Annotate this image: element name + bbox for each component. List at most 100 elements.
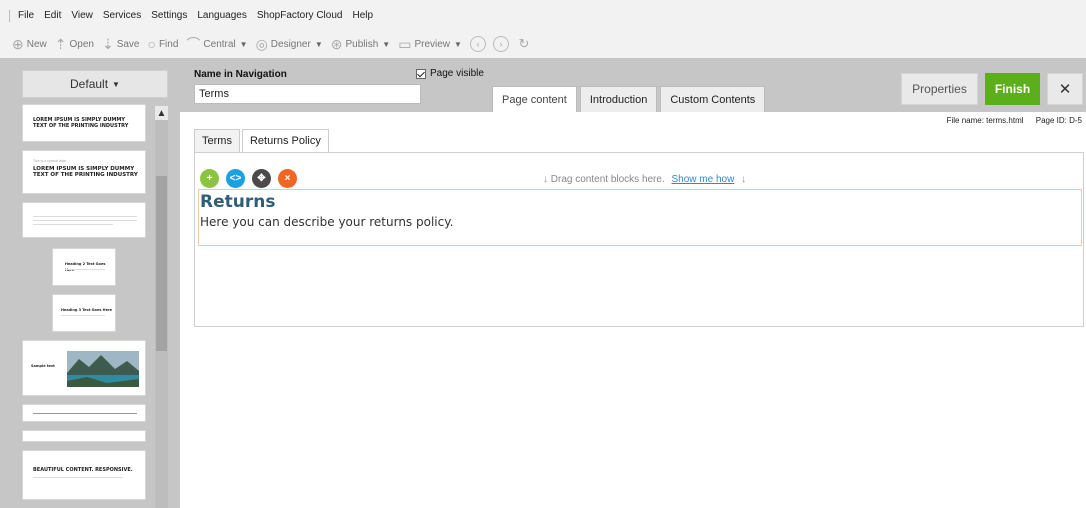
tab-custom-contents[interactable]: Custom Contents [660,86,766,112]
thumbnail-title: LOREM IPSUM IS SIMPLY DUMMY TEXT OF THE … [33,117,129,129]
arrow-down-icon: ↓ [741,174,747,185]
menu-edit[interactable]: Edit [44,10,61,21]
thumbnail-text-line [33,224,113,225]
menu-view[interactable]: View [71,10,93,21]
central-label: Central [203,38,236,50]
divider-line [33,413,137,414]
finish-button[interactable]: Finish [985,73,1040,105]
arrow-down-icon: ↓ [543,174,548,185]
thumbnail-text-line [33,216,137,217]
block-heading[interactable]: Returns [200,192,275,212]
thumbnails-scrollbar[interactable]: ▲ [155,106,168,508]
block-paragraph[interactable]: Here you can describe your returns polic… [200,215,453,229]
thumbnail-title: BEAUTIFUL CONTENT. RESPONSIVE. [33,467,133,473]
thumbnail-small-text: This is a special label [33,159,67,163]
save-button[interactable]: ⇣ Save [102,37,140,51]
tab-introduction[interactable]: Introduction [579,86,658,112]
file-info: File name: terms.html Page ID: D-5 [937,116,1082,125]
properties-button[interactable]: Properties [901,73,978,105]
layout-thumbnail[interactable]: This is a special label LOREM IPSUM IS S… [22,150,146,194]
chevron-down-icon: ▼ [314,39,323,49]
thumbnail-title: Heading 3 Text Goes Here [61,308,113,312]
code-icon[interactable]: <> [226,169,245,188]
thumbnail-text-line [61,315,105,316]
chevron-down-icon: ▼ [382,39,391,49]
find-label: Find [158,38,179,50]
thumbnail-title: Heading 2 Text Goes Here [65,262,106,272]
chevron-down-icon: ▼ [112,79,120,89]
plus-circle-icon: ⊕ [12,36,24,52]
menu-languages[interactable]: Languages [197,10,247,21]
nav-name-input[interactable]: Terms [194,84,421,104]
menu-grip [9,10,10,22]
drag-hint: ↓ Drag content blocks here. Show me how … [543,174,746,185]
thumbnail-text-line [33,220,137,221]
toolbar: ⊕ New ⇡ Open ⇣ Save ○ Find ⌒ Central ▼ ◎ Design… [0,30,1086,58]
layout-thumbnail[interactable] [22,404,146,422]
new-button[interactable]: ⊕ New [12,37,47,51]
scroll-up-icon[interactable]: ▲ [155,106,168,120]
close-icon[interactable]: ✕ [1047,73,1083,105]
publish-button[interactable]: ⊛ Publish ▼ [331,37,390,51]
designer-button[interactable]: ◎ Designer ▼ [256,37,323,51]
open-label: Open [69,38,94,50]
download-icon: ⇣ [101,36,114,52]
menu-settings[interactable]: Settings [151,10,187,21]
menu-file[interactable]: File [18,10,34,21]
layout-thumbnail[interactable]: Heading 3 Text Goes Here [52,294,116,332]
layout-thumbnail[interactable] [22,202,146,238]
save-label: Save [116,38,140,50]
layout-thumbnail[interactable]: Heading 2 Text Goes Here [52,248,116,286]
layout-thumbnail[interactable]: BEAUTIFUL CONTENT. RESPONSIVE. [22,450,146,500]
page-subtabs: Terms Returns Policy [194,129,331,152]
chart-icon: ⌒ [186,36,201,52]
move-icon[interactable]: ✥ [252,169,271,188]
menu-help[interactable]: Help [352,10,373,21]
preview-button[interactable]: ▭ Preview ▼ [398,37,462,51]
refresh-icon[interactable]: ↻ [516,36,532,52]
chevron-down-icon: ▼ [239,39,248,49]
checkbox-icon[interactable] [416,68,426,79]
add-block-icon[interactable]: + [200,169,219,188]
page-header: Name in Navigation Terms Page visible Pa… [180,58,1086,112]
block-toolbar: + <> ✥ × [200,169,304,188]
preview-icon: ▭ [398,36,412,52]
page-id: Page ID: D-5 [1035,116,1082,125]
mountain-lake-image [67,351,139,387]
main-content: File name: terms.html Page ID: D-5 Terms… [180,112,1086,508]
forward-icon[interactable]: › [492,36,509,52]
layout-thumbnail[interactable]: LOREM IPSUM IS SIMPLY DUMMY TEXT OF THE … [22,104,146,142]
back-icon[interactable]: ‹ [469,36,486,52]
delete-icon[interactable]: × [278,169,297,188]
tab-page-content[interactable]: Page content [492,86,577,112]
find-button[interactable]: ○ Find [147,37,178,51]
upload-icon: ⇡ [54,36,67,52]
publish-icon: ⊛ [330,36,343,52]
content-editor[interactable]: + <> ✥ × ↓ Drag content blocks here. Sho… [194,152,1084,327]
layout-thumbnail[interactable] [22,430,146,442]
thumbnail-text-line [33,477,123,478]
central-button[interactable]: ⌒ Central ▼ [186,37,247,51]
default-template-dropdown[interactable]: Default ▼ [22,70,168,98]
file-name: File name: terms.html [946,116,1024,125]
nav-name-label: Name in Navigation [194,69,287,80]
scroll-thumb[interactable] [156,176,167,351]
content-block[interactable]: Returns Here you can describe your retur… [198,189,1082,246]
menu-services[interactable]: Services [103,10,141,21]
tab-returns-policy[interactable]: Returns Policy [241,129,329,152]
layout-thumbnail[interactable]: Sample text [22,340,146,396]
preview-label: Preview [414,38,451,50]
new-label: New [26,38,47,50]
page-visible-checkbox[interactable]: Page visible [416,68,484,79]
show-me-how-link[interactable]: Show me how [672,174,735,185]
menu-bar: File Edit View Services Settings Languag… [0,0,1086,30]
palette-icon: ◎ [255,36,268,52]
page-visible-label: Page visible [430,68,484,79]
publish-label: Publish [345,38,379,50]
tab-terms[interactable]: Terms [194,129,240,152]
thumbnail-title: Sample text [31,364,55,368]
thumbnail-title: LOREM IPSUM IS SIMPLY DUMMY TEXT OF THE … [33,166,138,178]
menu-shopfactory-cloud[interactable]: ShopFactory Cloud [257,10,343,21]
page-layouts-panel: Default ▼ LOREM IPSUM IS SIMPLY DUMMY TE… [0,58,180,508]
open-button[interactable]: ⇡ Open [55,37,94,51]
